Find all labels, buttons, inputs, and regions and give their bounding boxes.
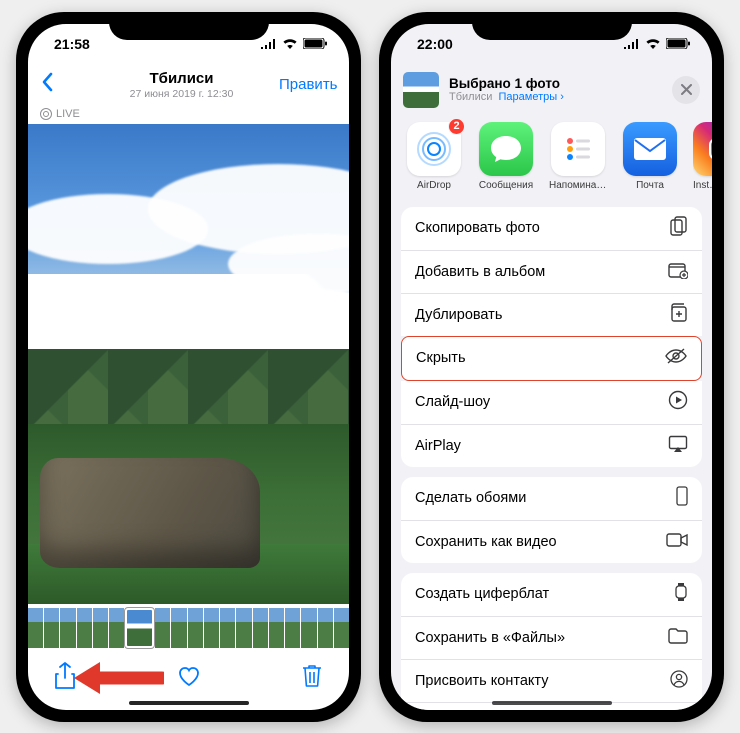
- thumbnail-strip[interactable]: [28, 604, 349, 652]
- share-sheet-header: Выбрано 1 фото Тбилиси Параметры ›: [391, 64, 712, 118]
- signal-icon: [261, 39, 277, 49]
- instagram-icon: [705, 134, 712, 164]
- live-label: LIVE: [56, 108, 80, 120]
- share-apps-row[interactable]: 2 AirDrop Сообщения Напоминания: [391, 118, 712, 207]
- photo-date: 27 июня 2019 г. 12:30: [84, 88, 279, 100]
- airdrop-icon: [414, 129, 454, 169]
- chevron-left-icon: [40, 72, 54, 92]
- home-indicator[interactable]: [492, 701, 612, 705]
- airplay-icon: [668, 435, 688, 457]
- nav-title: Тбилиси 27 июня 2019 г. 12:30: [84, 70, 279, 100]
- signal-icon: [624, 39, 640, 49]
- app-label: Instagram: [693, 180, 712, 191]
- status-time: 22:00: [417, 36, 453, 52]
- action-label: Сделать обоями: [415, 490, 526, 506]
- app-instagram[interactable]: Instagram: [693, 122, 712, 191]
- action-label: Сохранить как видео: [415, 534, 557, 550]
- photo-location: Тбилиси: [84, 70, 279, 87]
- reminders-icon: [561, 132, 595, 166]
- messages-icon: [489, 134, 523, 164]
- battery-icon: [666, 38, 690, 49]
- screen-photos: 21:58 Тбилиси 27 июня 2019 г. 12:30 Прав…: [28, 24, 349, 710]
- action-hide-highlighted: Скрыть: [401, 336, 702, 381]
- iphone-icon: [676, 486, 688, 510]
- phone-left: 21:58 Тбилиси 27 июня 2019 г. 12:30 Прав…: [16, 12, 361, 722]
- heart-icon: [176, 664, 202, 688]
- copy-icon: [670, 216, 688, 240]
- action-label: Сохранить в «Файлы»: [415, 630, 565, 646]
- edit-button[interactable]: Править: [279, 76, 337, 93]
- action-watchface[interactable]: Создать циферблат: [401, 573, 702, 616]
- app-airdrop[interactable]: 2 AirDrop: [405, 122, 463, 191]
- wifi-icon: [282, 38, 298, 49]
- action-assign-contact[interactable]: Присвоить контакту: [401, 659, 702, 702]
- live-badge: LIVE: [28, 106, 349, 124]
- watch-icon: [674, 582, 688, 606]
- action-hide[interactable]: Скрыть: [402, 337, 701, 380]
- action-slideshow[interactable]: Слайд-шоу: [401, 381, 702, 424]
- close-button[interactable]: [672, 76, 700, 104]
- trash-icon: [301, 663, 323, 689]
- favorite-button[interactable]: [176, 664, 202, 693]
- action-label: Слайд-шоу: [415, 394, 490, 410]
- action-label: Скопировать фото: [415, 220, 540, 236]
- contact-icon: [670, 670, 688, 692]
- action-save-files[interactable]: Сохранить в «Файлы»: [401, 616, 702, 659]
- back-button[interactable]: [40, 72, 84, 97]
- notch: [109, 12, 269, 40]
- duplicate-icon: [668, 303, 688, 327]
- action-airplay[interactable]: AirPlay: [401, 424, 702, 467]
- thumbnail-selected[interactable]: [125, 608, 154, 648]
- action-label: Дублировать: [415, 307, 502, 323]
- app-label: Напоминания: [549, 180, 607, 191]
- airdrop-badge: 2: [448, 118, 465, 135]
- phone-right: 22:00 Выбрано 1 фото Тбилиси Параметры ›: [379, 12, 724, 722]
- video-icon: [666, 533, 688, 551]
- share-sheet-title: Выбрано 1 фото: [449, 76, 662, 91]
- screen-share-sheet: 22:00 Выбрано 1 фото Тбилиси Параметры ›: [391, 24, 712, 710]
- action-wallpaper[interactable]: Сделать обоями: [401, 477, 702, 520]
- action-add-to-album[interactable]: Добавить в альбом: [401, 250, 702, 293]
- battery-icon: [303, 38, 327, 49]
- share-icon: [54, 662, 76, 690]
- app-messages[interactable]: Сообщения: [477, 122, 535, 191]
- app-mail[interactable]: Почта: [621, 122, 679, 191]
- mail-icon: [632, 136, 668, 162]
- share-sheet-thumbnail: [403, 72, 439, 108]
- share-sheet-place: Тбилиси: [449, 91, 492, 103]
- action-save-video[interactable]: Сохранить как видео: [401, 520, 702, 563]
- notch: [472, 12, 632, 40]
- status-indicators: [624, 38, 690, 49]
- album-add-icon: [668, 261, 688, 283]
- action-label: Скрыть: [416, 350, 466, 366]
- action-group-1b: Слайд-шоу AirPlay: [401, 381, 702, 467]
- app-label: Сообщения: [477, 180, 535, 191]
- folder-icon: [668, 628, 688, 648]
- share-sheet-params-link[interactable]: Параметры ›: [499, 91, 564, 103]
- share-button[interactable]: [54, 662, 76, 695]
- action-group-3: Создать циферблат Сохранить в «Файлы» Пр…: [401, 573, 702, 710]
- app-label: Почта: [621, 180, 679, 191]
- action-label: Присвоить контакту: [415, 673, 548, 689]
- action-label: AirPlay: [415, 438, 461, 454]
- action-label: Создать циферблат: [415, 586, 549, 602]
- play-circle-icon: [668, 390, 688, 414]
- app-label: AirDrop: [405, 180, 463, 191]
- trash-button[interactable]: [301, 663, 323, 694]
- wifi-icon: [645, 38, 661, 49]
- home-indicator[interactable]: [129, 701, 249, 705]
- action-group-2: Сделать обоями Сохранить как видео: [401, 477, 702, 563]
- nav-bar: Тбилиси 27 июня 2019 г. 12:30 Править: [28, 64, 349, 106]
- action-duplicate[interactable]: Дублировать: [401, 293, 702, 336]
- app-reminders[interactable]: Напоминания: [549, 122, 607, 191]
- action-label: Добавить в альбом: [415, 264, 545, 280]
- photo-viewport[interactable]: [28, 124, 349, 604]
- live-icon: [40, 108, 52, 120]
- status-indicators: [261, 38, 327, 49]
- action-copy-photo[interactable]: Скопировать фото: [401, 207, 702, 250]
- action-group-1: Скопировать фото Добавить в альбом Дубли…: [401, 207, 702, 336]
- status-time: 21:58: [54, 36, 90, 52]
- close-icon: [681, 84, 692, 95]
- eye-slash-icon: [665, 348, 687, 368]
